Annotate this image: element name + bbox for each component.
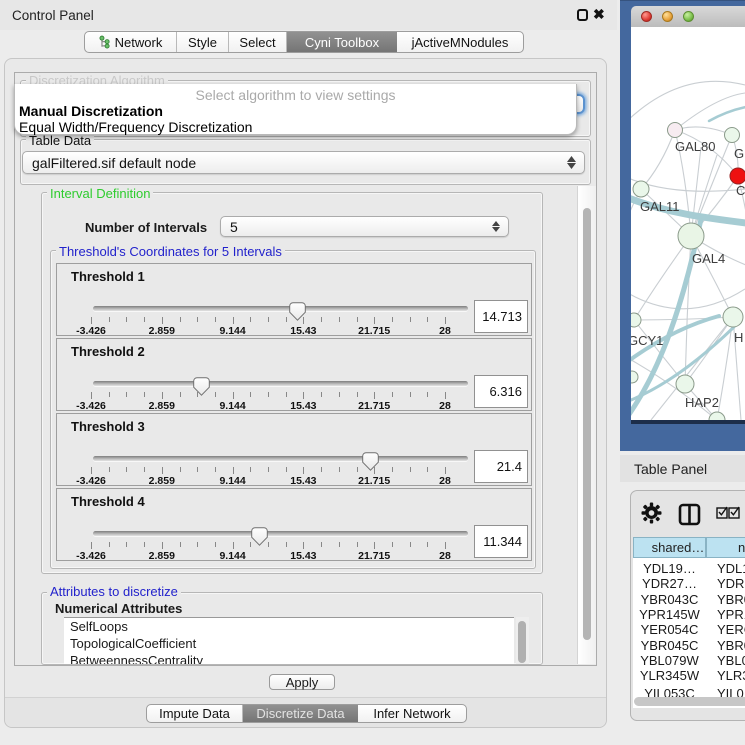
svg-text:G.: G. (734, 146, 745, 161)
svg-text:H: H (734, 330, 743, 345)
svg-text:GAL80: GAL80 (675, 139, 715, 154)
svg-text:HAP2: HAP2 (685, 395, 719, 410)
svg-text:C: C (736, 183, 745, 198)
svg-text:GCY1: GCY1 (631, 333, 663, 348)
svg-text:GAL4: GAL4 (692, 251, 725, 266)
svg-text:GAL11: GAL11 (640, 199, 680, 214)
